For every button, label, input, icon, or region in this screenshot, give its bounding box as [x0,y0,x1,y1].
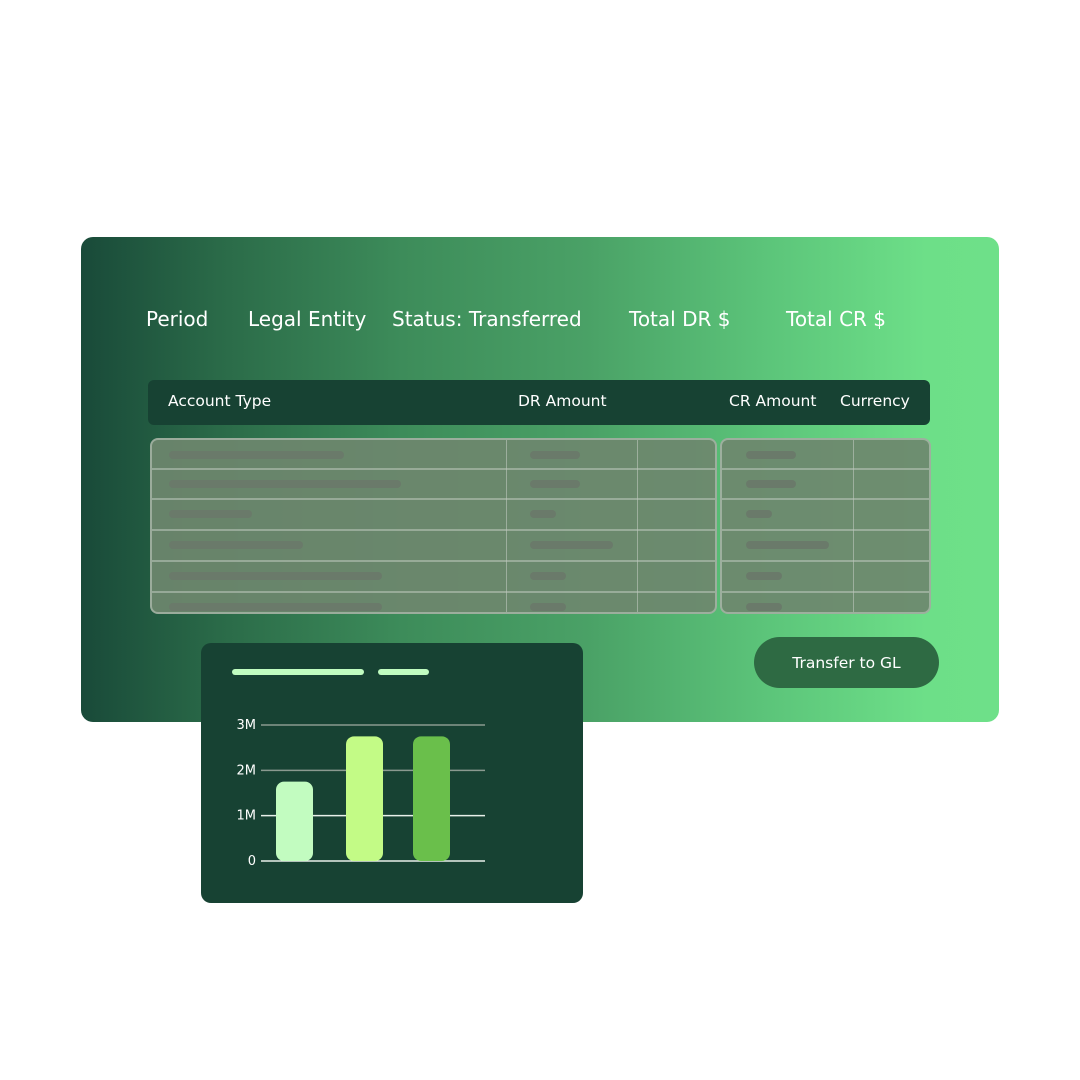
status-label: Status: Transferred [392,307,582,331]
column-header-dr-amount[interactable]: DR Amount [518,392,607,410]
cell-placeholder [746,572,782,580]
row-divider [722,529,929,531]
row-divider [152,529,715,531]
row-divider [722,498,929,500]
row-divider [152,591,715,593]
y-tick-label: 0 [248,854,256,869]
cell-placeholder [746,510,772,518]
chart-card: 0 1M 2M 3M [201,643,583,903]
table-body-left [150,438,717,614]
column-header-cr-amount[interactable]: CR Amount [729,392,816,410]
filter-period[interactable]: Period [146,307,208,331]
cell-placeholder [169,510,252,518]
cell-placeholder [169,480,401,488]
y-tick-label: 2M [237,763,257,778]
y-tick-label: 1M [237,809,257,824]
cell-placeholder [530,451,580,459]
bar [346,736,383,861]
cell-placeholder [746,480,796,488]
y-tick-label: 3M [237,718,257,733]
cell-placeholder [746,603,782,611]
filter-legal-entity[interactable]: Legal Entity [248,307,366,331]
cell-placeholder [530,510,556,518]
cell-placeholder [530,572,566,580]
transfer-to-gl-button[interactable]: Transfer to GL [754,637,939,688]
row-divider [152,468,715,470]
column-divider [853,440,854,612]
cell-placeholder [530,541,613,549]
cell-placeholder [530,480,580,488]
bar [276,781,313,861]
bar [413,736,450,861]
cell-placeholder [169,603,382,611]
cell-placeholder [746,451,796,459]
row-divider [722,468,929,470]
cell-placeholder [169,572,382,580]
row-divider [152,498,715,500]
column-divider [506,440,507,612]
bar-chart: 0 1M 2M 3M [237,718,485,869]
cell-placeholder [169,451,344,459]
cell-placeholder [746,541,829,549]
cell-placeholder [530,603,566,611]
total-cr-label: Total CR $ [786,307,887,331]
row-divider [722,560,929,562]
column-header-account-type[interactable]: Account Type [168,392,271,410]
total-dr-label: Total DR $ [629,307,731,331]
table-body-right [720,438,931,614]
column-divider [637,440,638,612]
row-divider [152,560,715,562]
column-header-currency[interactable]: Currency [840,392,910,410]
cell-placeholder [169,541,303,549]
table-header: Account Type DR Amount CR Amount Currenc… [148,380,930,425]
row-divider [722,591,929,593]
